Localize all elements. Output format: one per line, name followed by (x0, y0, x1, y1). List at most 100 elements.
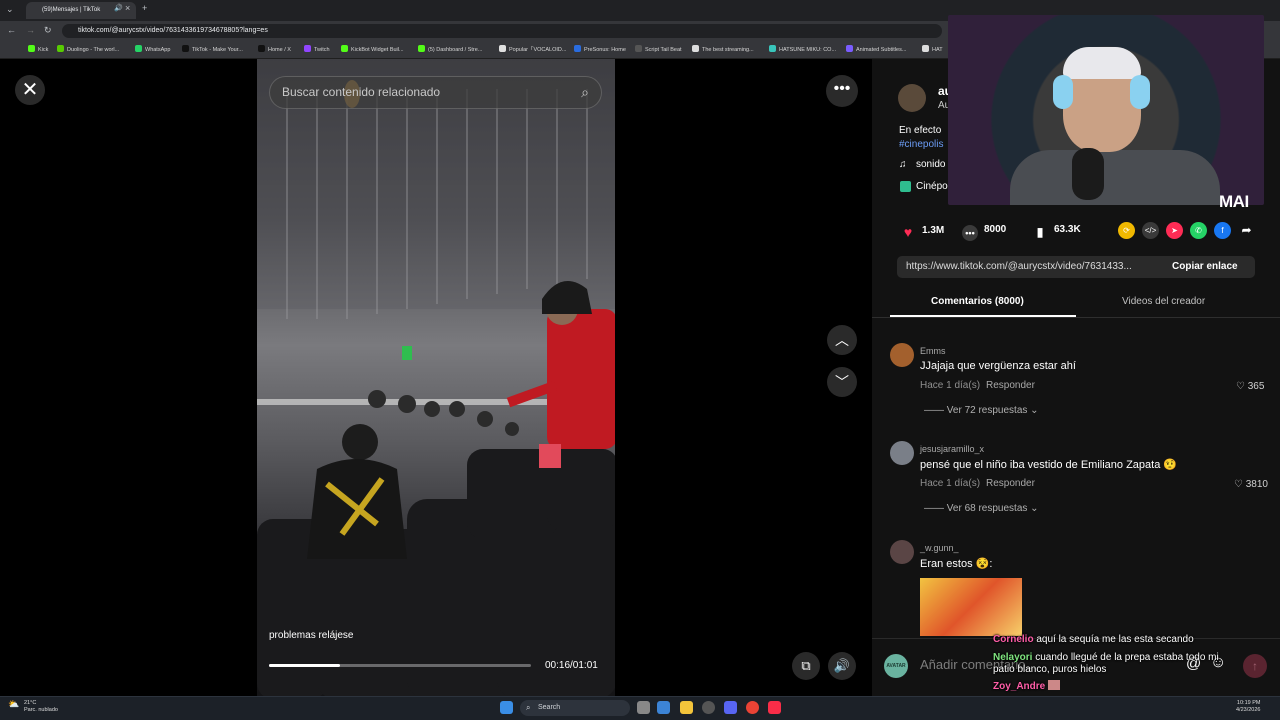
tab-audio-icon[interactable]: 🔊 (114, 4, 123, 12)
url-bar[interactable]: tiktok.com/@aurycstx/video/7631433619734… (62, 24, 942, 38)
weather-widget[interactable]: ⛅ 21°C Parc. nublado (8, 699, 58, 714)
new-tab-icon[interactable]: + (142, 3, 147, 13)
reply-button[interactable]: Responder (986, 478, 1035, 489)
url-text: tiktok.com/@aurycstx/video/7631433619734… (78, 27, 268, 34)
comment-avatar[interactable] (890, 343, 914, 367)
bookmark-label: Animated Subtitles... (856, 47, 907, 53)
floating-player-button[interactable]: ⧉ (792, 652, 820, 680)
reply-button[interactable]: Responder (986, 380, 1035, 391)
post-hashtag[interactable]: #cinepolis (899, 139, 943, 150)
reload-icon[interactable]: ↻ (44, 25, 52, 36)
bookmark-item[interactable]: Kick (28, 45, 48, 53)
next-video-button[interactable]: ﹀ (827, 367, 857, 397)
copy-link-button[interactable]: Copiar enlace (1172, 261, 1238, 272)
search-icon[interactable]: ⌕ (581, 77, 589, 108)
bookmark-item[interactable]: Script Tail Beat (635, 45, 682, 53)
comment-like-button[interactable]: ♡ 3810 (1234, 479, 1268, 490)
bookmark-label: The best streaming... (702, 47, 754, 53)
system-clock[interactable]: 10:19 PM 4/23/2026 (1236, 700, 1260, 714)
facebook-icon[interactable]: f (1214, 222, 1231, 239)
video-player[interactable] (257, 59, 615, 696)
repost-icon[interactable]: ⟳ (1118, 222, 1135, 239)
bookmark-item[interactable]: Home / X (258, 45, 291, 53)
bookmark-item[interactable]: KickBot Widget Buil... (341, 45, 404, 53)
comment-gif-image[interactable] (920, 578, 1022, 636)
weather-icon: ⛅ (8, 699, 20, 709)
share-arrow-icon[interactable]: ➦ (1238, 222, 1255, 239)
windows-start-icon[interactable] (500, 701, 513, 714)
comment-username[interactable]: jesusjaramillo_x (920, 444, 984, 454)
bookmark-favicon-icon (341, 45, 348, 52)
view-replies-label: Ver 68 respuestas (946, 503, 1028, 514)
chat-emote-icon (1048, 680, 1061, 690)
send-comment-button[interactable]: ↑ (1243, 654, 1267, 678)
tab-comments[interactable]: Comentarios (8000) (931, 296, 1024, 307)
comment-avatar[interactable] (890, 540, 914, 564)
share-link-text[interactable]: https://www.tiktok.com/@aurycstx/video/7… (906, 261, 1160, 272)
like-button[interactable]: ♥ 1.3M (900, 224, 944, 240)
bookmark-item[interactable]: The best streaming... (692, 45, 754, 53)
bookmark-item[interactable]: Animated Subtitles... (846, 45, 906, 53)
tab-list-icon[interactable]: ⌄ (6, 4, 14, 15)
sound-link[interactable]: sonido (916, 159, 945, 170)
comment-like-button[interactable]: ♡ 365 (1236, 381, 1264, 392)
bookmark-favicon-icon (846, 45, 853, 52)
steam-icon[interactable] (702, 701, 715, 714)
location-link[interactable]: Cinépo (916, 181, 948, 192)
forward-icon[interactable]: → (26, 25, 35, 35)
save-button[interactable]: ▮ 63.3K (1032, 224, 1081, 240)
file-explorer-icon[interactable] (680, 701, 693, 714)
creator-info[interactable] (898, 84, 926, 112)
view-replies-button[interactable]: —— Ver 68 respuestas ⌄ (924, 503, 1039, 514)
edge-icon[interactable] (657, 701, 670, 714)
bookmark-favicon-icon (135, 45, 142, 52)
embed-icon[interactable]: </> (1142, 222, 1159, 239)
more-options-button[interactable]: ••• (826, 75, 858, 107)
location-icon (900, 181, 911, 192)
comment-username[interactable]: _w.gunn_ (920, 543, 959, 553)
search-placeholder: Buscar contenido relacionado (282, 85, 441, 99)
bookmark-item[interactable]: Duolingo - The worl... (57, 45, 119, 53)
bookmark-item[interactable]: PreSonus: Home (574, 45, 626, 53)
taskbar-search[interactable]: ⌕ Search (520, 700, 630, 716)
bookmark-label: Duolingo - The worl... (67, 47, 120, 53)
bookmark-favicon-icon (499, 45, 506, 52)
webcam-hat (1063, 47, 1141, 79)
comment-avatar[interactable] (890, 441, 914, 465)
bookmark-item[interactable]: TikTok - Make Your... (182, 45, 243, 53)
tab-close-icon[interactable]: × (125, 3, 130, 13)
send-to-friends-icon[interactable]: ➤ (1166, 222, 1183, 239)
tab-creator-videos[interactable]: Videos del creador (1122, 296, 1205, 307)
bookmark-item[interactable]: (5) Dashboard / Stre... (418, 45, 482, 53)
view-replies-button[interactable]: —— Ver 72 respuestas ⌄ (924, 405, 1039, 416)
bookmark-label: (5) Dashboard / Stre... (428, 47, 483, 53)
back-icon[interactable]: ← (7, 25, 16, 35)
chrome-icon[interactable] (746, 701, 759, 714)
headphone-icon (1053, 75, 1073, 109)
clock-date: 4/23/2026 (1236, 707, 1261, 713)
bookmark-item[interactable]: HAT (922, 45, 943, 53)
bookmark-item[interactable]: Twitch (304, 45, 330, 53)
bookmark-icon: ▮ (1036, 225, 1044, 239)
whatsapp-icon[interactable]: ✆ (1190, 222, 1207, 239)
music-app-icon[interactable] (768, 701, 781, 714)
task-view-icon[interactable] (637, 701, 650, 714)
related-search-input[interactable]: Buscar contenido relacionado ⌕ (269, 76, 602, 109)
video-progress-bar[interactable] (269, 664, 531, 667)
comment-button[interactable]: ••• 8000 (962, 224, 1006, 241)
creator-avatar[interactable] (898, 84, 926, 112)
previous-video-button[interactable]: ︿ (827, 325, 857, 355)
microphone-icon (1072, 148, 1104, 200)
bookmark-item[interactable]: Popular「VOCALOID... (499, 45, 566, 53)
bookmark-item[interactable]: WhatsApp (135, 45, 170, 53)
bookmark-label: PreSonus: Home (584, 47, 626, 53)
comment-username[interactable]: Emms (920, 346, 946, 356)
tab-divider (872, 317, 1280, 318)
bookmark-item[interactable]: HATSUNE MIKU: CO... (769, 45, 836, 53)
volume-button[interactable]: 🔊 (828, 652, 856, 680)
stream-chat-message: Zoy_Andre (993, 680, 1061, 692)
discord-icon[interactable] (724, 701, 737, 714)
close-video-button[interactable]: ✕ (15, 75, 45, 105)
chat-username: Zoy_Andre (993, 681, 1046, 692)
bookmark-favicon-icon (769, 45, 776, 52)
